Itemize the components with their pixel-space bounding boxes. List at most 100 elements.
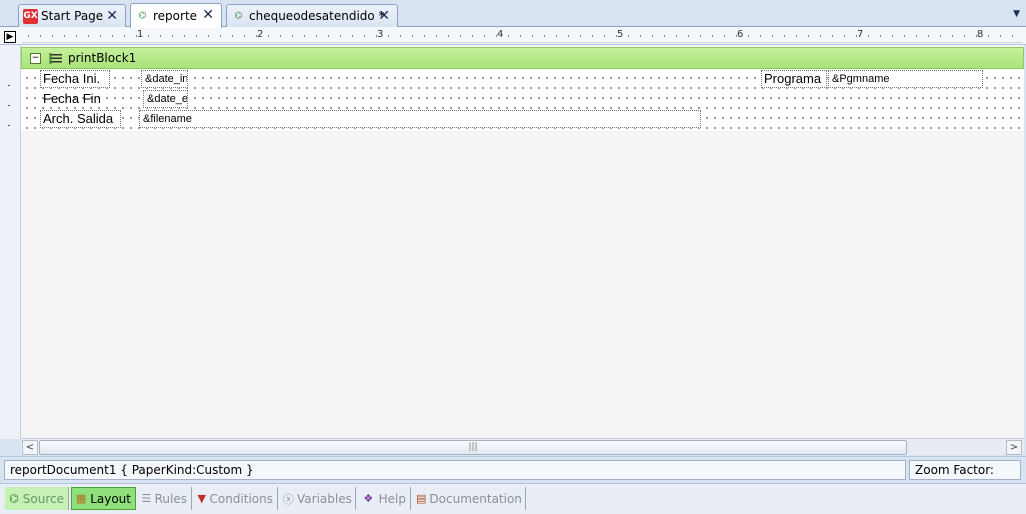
- close-icon[interactable]: ✕: [202, 7, 214, 23]
- scroll-grip-icon: |||: [468, 442, 478, 452]
- ruler-tick: [388, 35, 389, 37]
- close-icon[interactable]: ✕: [106, 8, 118, 24]
- ruler-tick: [436, 35, 437, 37]
- ruler-tick: [292, 35, 293, 37]
- ruler-tick: [304, 35, 305, 37]
- ruler-tick: [556, 35, 557, 37]
- ruler-tick: [40, 35, 41, 37]
- ruler-number: 4: [497, 29, 504, 40]
- view-tab-label: Documentation: [429, 491, 522, 506]
- ruler-tick: [988, 35, 989, 37]
- ruler-tick: [952, 35, 953, 37]
- horizontal-scrollbar[interactable]: < ||| >: [21, 438, 1024, 455]
- ruler-tick: [520, 35, 521, 37]
- ruler-number: 6: [737, 29, 744, 40]
- ruler-number: 1: [137, 29, 144, 40]
- horizontal-ruler: 1 2 3 4 5 6 7 8: [22, 29, 1022, 43]
- ruler-number: 8: [977, 29, 984, 40]
- ruler-tick: [100, 35, 101, 37]
- tab-rules[interactable]: ☰ Rules: [138, 487, 192, 510]
- report-icon: ⌬: [138, 11, 147, 21]
- ruler-tick: [964, 35, 965, 37]
- ruler-number: 7: [857, 29, 864, 40]
- ruler-tick: [832, 35, 833, 37]
- ruler-tick: [568, 35, 569, 37]
- ruler-row: ▶ 1 2 3 4 5 6 7 8: [0, 27, 1026, 45]
- tab-help[interactable]: ❖ Help: [358, 487, 411, 510]
- print-block-icon: [49, 52, 62, 64]
- ruler-tick: [52, 35, 53, 37]
- document-status: reportDocument1 { PaperKind:Custom }: [4, 460, 906, 480]
- fecha-fin-label[interactable]: Fecha Fin: [40, 90, 112, 108]
- ruler-toggle-button[interactable]: ▶: [4, 31, 16, 43]
- ruler-tick: [412, 35, 413, 37]
- tab-label: chequeodesatendido *: [249, 9, 385, 23]
- vertical-ruler: [0, 45, 21, 439]
- tab-source[interactable]: ⌬ Source: [5, 487, 69, 510]
- tab-documentation[interactable]: ▤ Documentation: [413, 487, 526, 510]
- programa-label[interactable]: Programa: [761, 70, 827, 88]
- ruler-mark: [8, 85, 10, 86]
- ruler-tick: [460, 35, 461, 37]
- close-icon[interactable]: ✕: [378, 8, 390, 24]
- source-icon: ⌬: [9, 492, 19, 505]
- scroll-left-button[interactable]: <: [22, 440, 38, 455]
- ruler-tick: [676, 35, 677, 37]
- ruler-tick: [232, 35, 233, 37]
- view-tab-label: Variables: [297, 491, 352, 506]
- ruler-tick: [748, 35, 749, 37]
- ruler-tick: [784, 35, 785, 37]
- tab-layout[interactable]: ▦ Layout: [71, 487, 136, 510]
- scroll-thumb[interactable]: |||: [39, 440, 907, 455]
- print-block-body[interactable]: Fecha Ini. &date_in Programa &Pgmname Fe…: [21, 69, 1024, 131]
- ruler-tick: [208, 35, 209, 37]
- ruler-tick: [688, 35, 689, 37]
- tab-reporte[interactable]: ⌬ reporte ✕: [130, 3, 222, 28]
- documentation-icon: ▤: [416, 492, 427, 505]
- view-tab-label: Help: [378, 491, 406, 506]
- view-tab-label: Conditions: [209, 491, 273, 506]
- ruler-tick: [844, 35, 845, 37]
- ruler-tick: [316, 35, 317, 37]
- ruler-tick: [76, 35, 77, 37]
- pgmname-variable[interactable]: &Pgmname: [828, 70, 983, 88]
- tab-conditions[interactable]: ▼ Conditions: [194, 487, 278, 510]
- date-ini-variable[interactable]: &date_in: [141, 70, 188, 88]
- fecha-ini-label[interactable]: Fecha Ini.: [40, 70, 110, 88]
- ruler-tick: [148, 35, 149, 37]
- ruler-tick: [268, 35, 269, 37]
- ruler-tick: [664, 35, 665, 37]
- tab-start-page[interactable]: GX Start Page ✕: [18, 4, 126, 27]
- tab-label: reporte: [153, 9, 198, 23]
- ruler-tick: [1000, 35, 1001, 37]
- ruler-number: 3: [377, 29, 384, 40]
- ruler-tick: [508, 35, 509, 37]
- print-block-header[interactable]: − printBlock1: [21, 47, 1024, 69]
- tab-variables[interactable]: ⓧ Variables: [280, 487, 356, 510]
- ruler-mark: [8, 105, 10, 106]
- scroll-right-button[interactable]: >: [1006, 440, 1022, 455]
- date-end-variable[interactable]: &date_e: [143, 90, 188, 108]
- variables-icon: ⓧ: [283, 492, 294, 506]
- ruler-tick: [184, 35, 185, 37]
- tab-chequeodesatendido[interactable]: ⌬ chequeodesatendido * ✕: [226, 4, 398, 27]
- ruler-tick: [712, 35, 713, 37]
- ruler-tick: [352, 35, 353, 37]
- ruler-number: 5: [617, 29, 624, 40]
- ruler-tick: [328, 35, 329, 37]
- filename-variable[interactable]: &filename: [139, 110, 701, 128]
- ruler-tick: [340, 35, 341, 37]
- print-block-label: printBlock1: [68, 51, 137, 65]
- collapse-button[interactable]: −: [30, 52, 41, 64]
- ruler-number: 2: [257, 29, 264, 40]
- tab-list-dropdown-icon[interactable]: ▼: [1013, 9, 1020, 19]
- ruler-tick: [280, 35, 281, 37]
- report-layout-canvas[interactable]: − printBlock1 Fecha Ini. &date_in Progra…: [21, 45, 1024, 439]
- ruler-tick: [820, 35, 821, 37]
- ruler-tick: [628, 35, 629, 37]
- rules-icon: ☰: [141, 492, 152, 505]
- ruler-tick: [592, 35, 593, 37]
- arch-salida-label[interactable]: Arch. Salida: [40, 110, 121, 128]
- view-tab-label: Source: [22, 491, 64, 506]
- view-tab-label: Rules: [154, 491, 187, 506]
